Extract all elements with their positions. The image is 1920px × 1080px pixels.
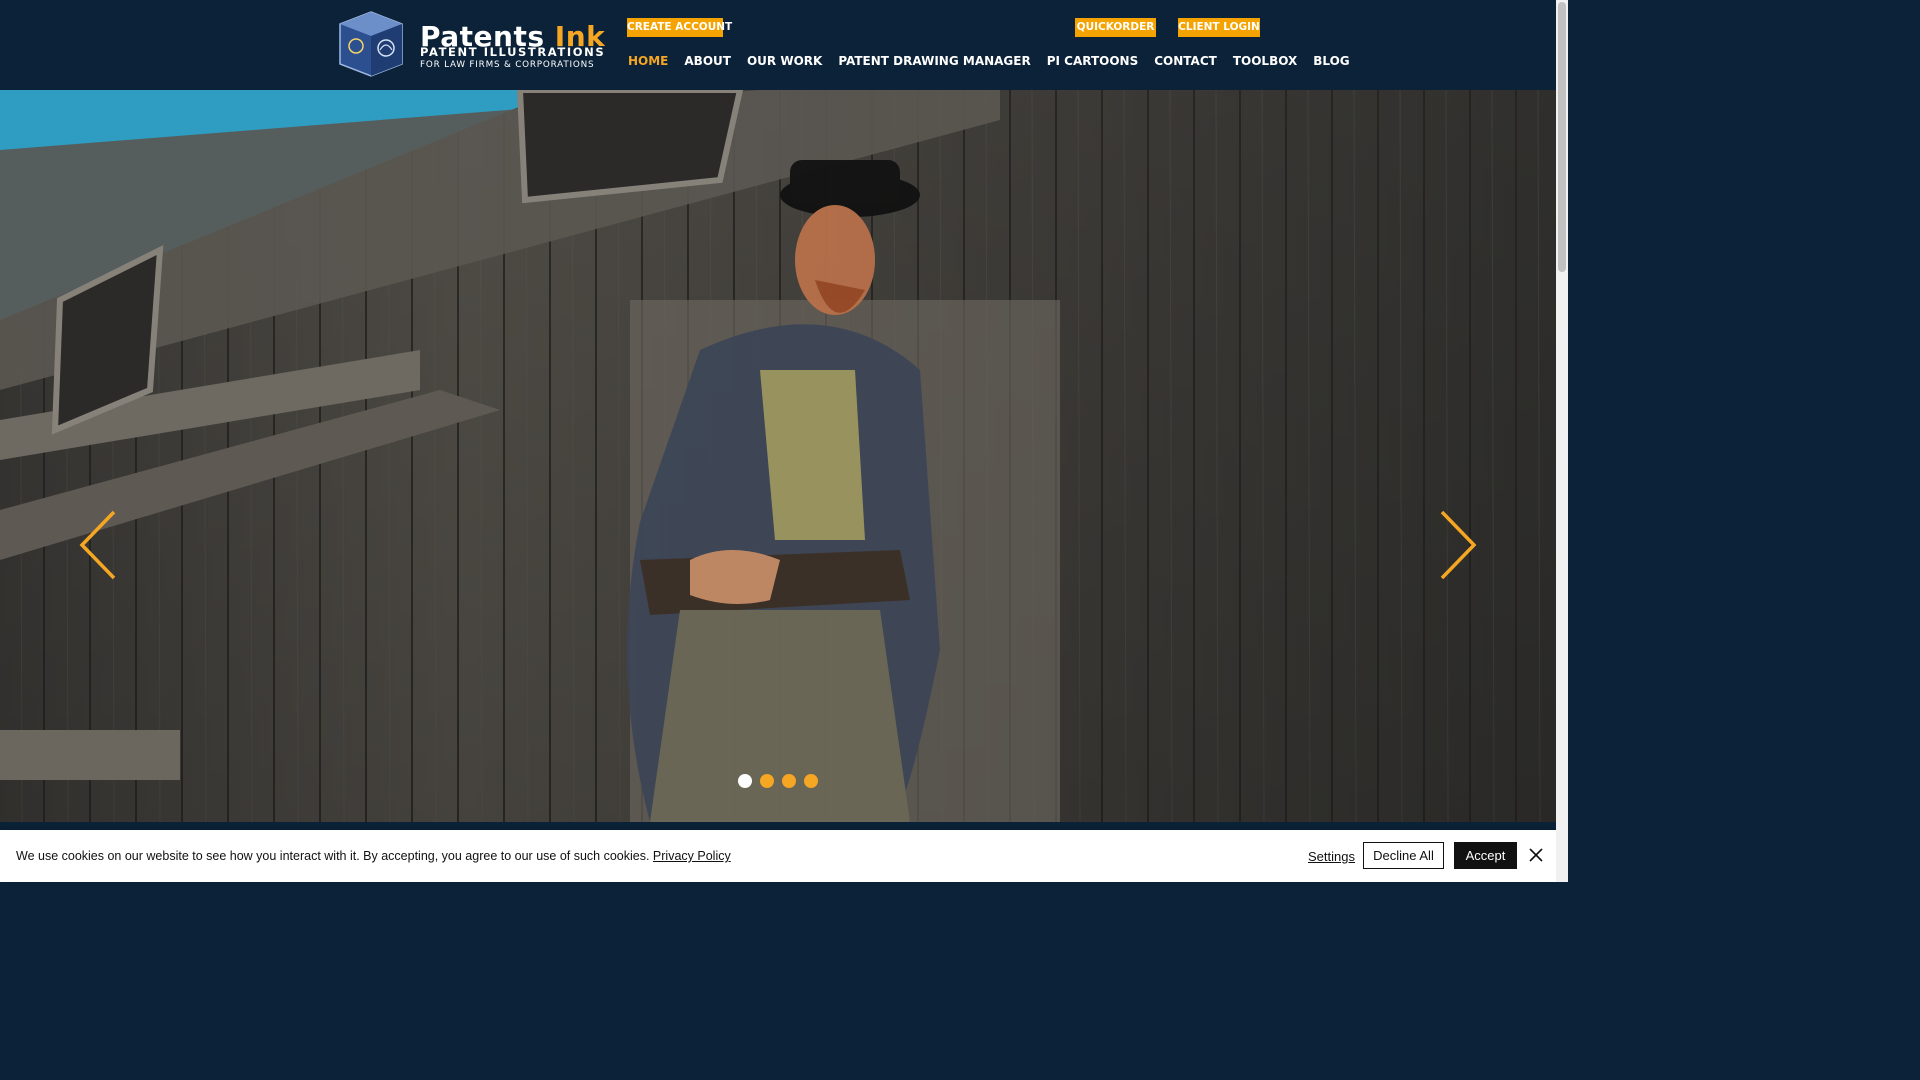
nav-item-home[interactable]: HOME <box>620 52 676 70</box>
scrollbar-thumb[interactable] <box>1558 2 1566 272</box>
hero-slideshow[interactable] <box>0 90 1556 822</box>
nav-item-about[interactable]: ABOUT <box>676 52 739 70</box>
client-login-button[interactable]: CLIENT LOGIN <box>1178 18 1260 37</box>
logo-subtitle: PATENT ILLUSTRATIONS <box>420 45 606 59</box>
site-logo[interactable]: Patents Ink PATENT ILLUSTRATIONS FOR LAW… <box>336 8 605 82</box>
nav-item-patent-drawing-manager[interactable]: PATENT DRAWING MANAGER <box>830 52 1038 70</box>
lightbulb-cube-logo-icon <box>339 11 403 77</box>
nav-item-blog[interactable]: BLOG <box>1305 52 1357 70</box>
slide-dot-4[interactable] <box>804 774 818 788</box>
nav-item-contact[interactable]: CONTACT <box>1146 52 1225 70</box>
cookie-settings-link[interactable]: Settings <box>1308 849 1355 864</box>
logo-tagline: FOR LAW FIRMS & CORPORATIONS <box>420 60 595 70</box>
create-account-button[interactable]: CREATE ACCOUNT <box>627 18 732 37</box>
accept-button[interactable]: Accept <box>1454 842 1517 869</box>
privacy-policy-link[interactable]: Privacy Policy <box>653 849 731 863</box>
chevron-left-icon[interactable] <box>78 510 118 580</box>
quickorder-button[interactable]: QUICKORDER <box>1075 18 1156 37</box>
nav-item-pi-cartoons[interactable]: PI CARTOONS <box>1039 52 1147 70</box>
page-scrollbar[interactable] <box>1556 0 1568 882</box>
nav-item-toolbox[interactable]: TOOLBOX <box>1225 52 1305 70</box>
hero-image <box>0 90 1556 822</box>
chevron-right-icon[interactable] <box>1438 510 1478 580</box>
nav-item-our-work[interactable]: OUR WORK <box>739 52 830 70</box>
slide-dot-1[interactable] <box>738 774 752 788</box>
close-icon[interactable] <box>1528 847 1544 863</box>
slide-dot-3[interactable] <box>782 774 796 788</box>
main-nav: HOME ABOUT OUR WORK PATENT DRAWING MANAG… <box>620 52 1358 70</box>
cookie-banner: We use cookies on our website to see how… <box>0 830 1556 882</box>
site-header: Patents Ink PATENT ILLUSTRATIONS FOR LAW… <box>0 0 1556 90</box>
cookie-message: We use cookies on our website to see how… <box>16 849 731 863</box>
decline-all-button[interactable]: Decline All <box>1363 842 1444 869</box>
slide-dot-2[interactable] <box>760 774 774 788</box>
slide-indicator <box>738 774 818 788</box>
